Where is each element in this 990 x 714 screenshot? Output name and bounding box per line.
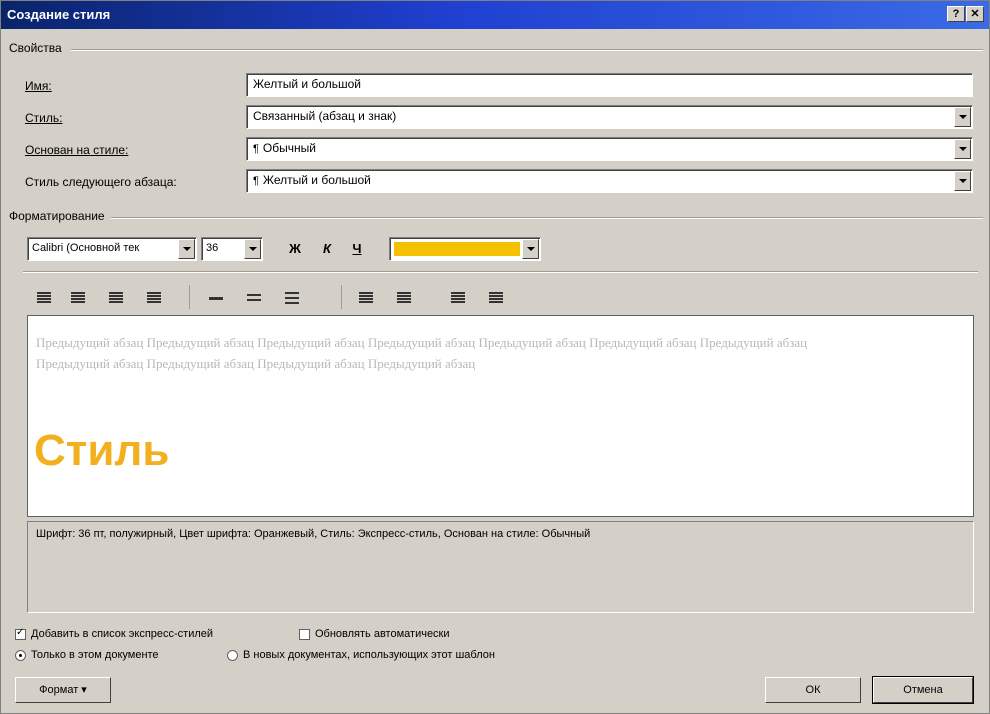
cancel-button[interactable]: Отмена xyxy=(872,676,974,704)
italic-button[interactable]: К xyxy=(315,238,339,260)
based-on-dropdown-arrow[interactable] xyxy=(954,139,971,159)
auto-update-label: Обновлять автоматически xyxy=(315,628,450,640)
next-paragraph-label: Стиль следующего абзаца: xyxy=(25,175,177,189)
next-paragraph-value: Желтый и большой xyxy=(262,173,371,187)
one-half-spacing-icon[interactable] xyxy=(243,287,267,309)
style-preview-pane: Предыдущий абзац Предыдущий абзац Предыд… xyxy=(27,315,974,517)
previous-paragraph-text: Предыдущий абзац Предыдущий абзац Предыд… xyxy=(36,335,808,371)
based-on-select[interactable]: ¶ Обычный xyxy=(246,137,973,161)
font-color-swatch xyxy=(394,242,520,256)
align-right-icon[interactable] xyxy=(105,287,129,309)
underline-button[interactable]: Ч xyxy=(345,238,369,260)
font-size-dropdown-arrow[interactable] xyxy=(244,239,261,259)
close-button[interactable]: ✕ xyxy=(966,6,984,22)
name-input[interactable]: Желтый и большой xyxy=(246,73,973,97)
next-paragraph-select[interactable]: ¶ Желтый и большой xyxy=(246,169,973,193)
style-type-dropdown-arrow[interactable] xyxy=(954,107,971,127)
bold-button[interactable]: Ж xyxy=(283,238,307,260)
properties-divider xyxy=(71,49,983,51)
align-left-icon[interactable] xyxy=(33,287,57,309)
style-type-select[interactable]: Связанный (абзац и знак) xyxy=(246,105,973,129)
increase-paragraph-spacing-icon[interactable] xyxy=(355,287,379,309)
double-spacing-icon[interactable] xyxy=(281,287,305,309)
style-type-value: Связанный (абзац и знак) xyxy=(253,109,397,123)
font-name-dropdown-arrow[interactable] xyxy=(178,239,195,259)
only-this-document-label: Только в этом документе xyxy=(31,649,159,661)
help-button[interactable]: ? xyxy=(947,6,965,22)
toolbar-separator xyxy=(189,285,190,309)
auto-update-checkbox[interactable] xyxy=(299,629,310,640)
toolbar-divider xyxy=(23,271,978,273)
single-spacing-icon[interactable] xyxy=(205,287,229,309)
based-on-value: Обычный xyxy=(262,141,316,155)
name-label: Имя: xyxy=(25,79,52,93)
add-to-quick-styles-label: Добавить в список экспресс-стилей xyxy=(31,628,214,640)
next-paragraph-dropdown-arrow[interactable] xyxy=(954,171,971,191)
decrease-paragraph-spacing-icon[interactable] xyxy=(393,287,417,309)
new-documents-radio[interactable] xyxy=(227,650,238,661)
paragraph-mark-icon: ¶ xyxy=(253,143,259,155)
formatting-group-label: Форматирование xyxy=(9,209,105,223)
style-description: Шрифт: 36 пт, полужирный, Цвет шрифта: О… xyxy=(27,521,974,613)
toolbar-separator xyxy=(341,285,342,309)
decrease-indent-icon[interactable] xyxy=(447,287,471,309)
font-name-value: Calibri (Основной тек xyxy=(32,242,140,254)
title-bar: Создание стиля ? ✕ xyxy=(1,1,989,29)
font-color-select[interactable] xyxy=(389,237,541,261)
ok-button[interactable]: ОК xyxy=(765,677,861,703)
properties-group-label: Свойства xyxy=(9,41,62,55)
align-center-icon[interactable] xyxy=(67,287,91,309)
create-style-dialog: Создание стиля ? ✕ Свойства Имя: Желтый … xyxy=(0,0,990,714)
font-name-select[interactable]: Calibri (Основной тек xyxy=(27,237,197,261)
font-size-value: 36 xyxy=(206,242,219,254)
only-this-document-radio[interactable] xyxy=(15,650,26,661)
justify-icon[interactable] xyxy=(143,287,167,309)
format-button[interactable]: Формат ▾ xyxy=(15,677,111,703)
based-on-label: Основан на стиле: xyxy=(25,143,129,157)
increase-indent-icon[interactable] xyxy=(485,287,509,309)
font-size-select[interactable]: 36 xyxy=(201,237,263,261)
new-documents-label: В новых документах, использующих этот ша… xyxy=(243,649,495,661)
add-to-quick-styles-checkbox[interactable] xyxy=(15,627,26,640)
style-type-label: Стиль: xyxy=(25,111,63,125)
font-color-dropdown-arrow[interactable] xyxy=(522,239,539,259)
paragraph-mark-icon: ¶ xyxy=(253,175,259,187)
formatting-divider xyxy=(111,217,983,219)
window-title: Создание стиля xyxy=(7,7,111,22)
style-sample-text: Стиль xyxy=(34,426,170,475)
